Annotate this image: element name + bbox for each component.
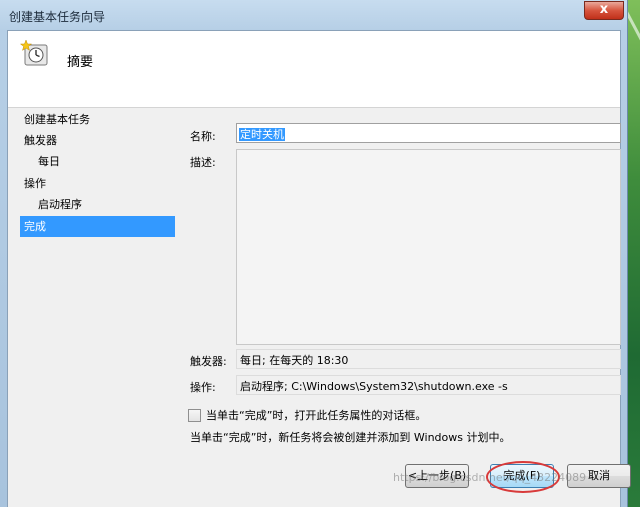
description-field[interactable] <box>236 149 621 345</box>
name-label: 名称: <box>190 130 216 143</box>
trigger-value: 每日; 在每天的 18:30 <box>236 349 621 369</box>
step-create-basic-task: 创建基本任务 <box>24 113 90 126</box>
wizard-window: 创建基本任务向导 x 摘要 创建基本任务 触发器 每日 操作 启动程序 完成 名… <box>0 0 631 507</box>
wizard-header: 摘要 <box>8 31 620 108</box>
open-properties-option[interactable]: 当单击“完成”时，打开此任务属性的对话框。 <box>188 407 426 423</box>
close-button[interactable]: x <box>584 1 624 20</box>
step-finish: 完成 <box>20 216 175 237</box>
step-start-program: 启动程序 <box>38 198 82 211</box>
finish-note: 当单击“完成”时，新任务将会被创建并添加到 Windows 计划中。 <box>190 431 511 444</box>
title-bar[interactable]: 创建基本任务向导 x <box>0 0 628 30</box>
window-title: 创建基本任务向导 <box>9 10 106 24</box>
close-icon: x <box>599 2 609 17</box>
open-properties-checkbox[interactable] <box>188 408 201 422</box>
action-label: 操作: <box>190 381 216 394</box>
step-daily: 每日 <box>38 155 60 168</box>
name-field[interactable]: 定时关机 <box>236 123 621 143</box>
wizard-steps-list: 创建基本任务 触发器 每日 操作 启动程序 完成 <box>16 109 176 409</box>
step-action: 操作 <box>24 177 46 190</box>
trigger-label: 触发器: <box>190 355 227 368</box>
watermark: https://blog.csdn.net/qq_43224089 <box>393 471 587 484</box>
action-value: 启动程序; C:\Windows\System32\shutdown.exe -… <box>236 375 621 395</box>
task-clock-icon <box>20 39 48 66</box>
description-label: 描述: <box>190 156 216 169</box>
name-value: 定时关机 <box>239 128 285 141</box>
wizard-client-area: 摘要 创建基本任务 触发器 每日 操作 启动程序 完成 名称: 定时关机 描述:… <box>7 30 631 507</box>
step-trigger: 触发器 <box>24 134 57 147</box>
page-title: 摘要 <box>67 55 94 70</box>
open-properties-label: 当单击“完成”时，打开此任务属性的对话框。 <box>206 409 427 422</box>
